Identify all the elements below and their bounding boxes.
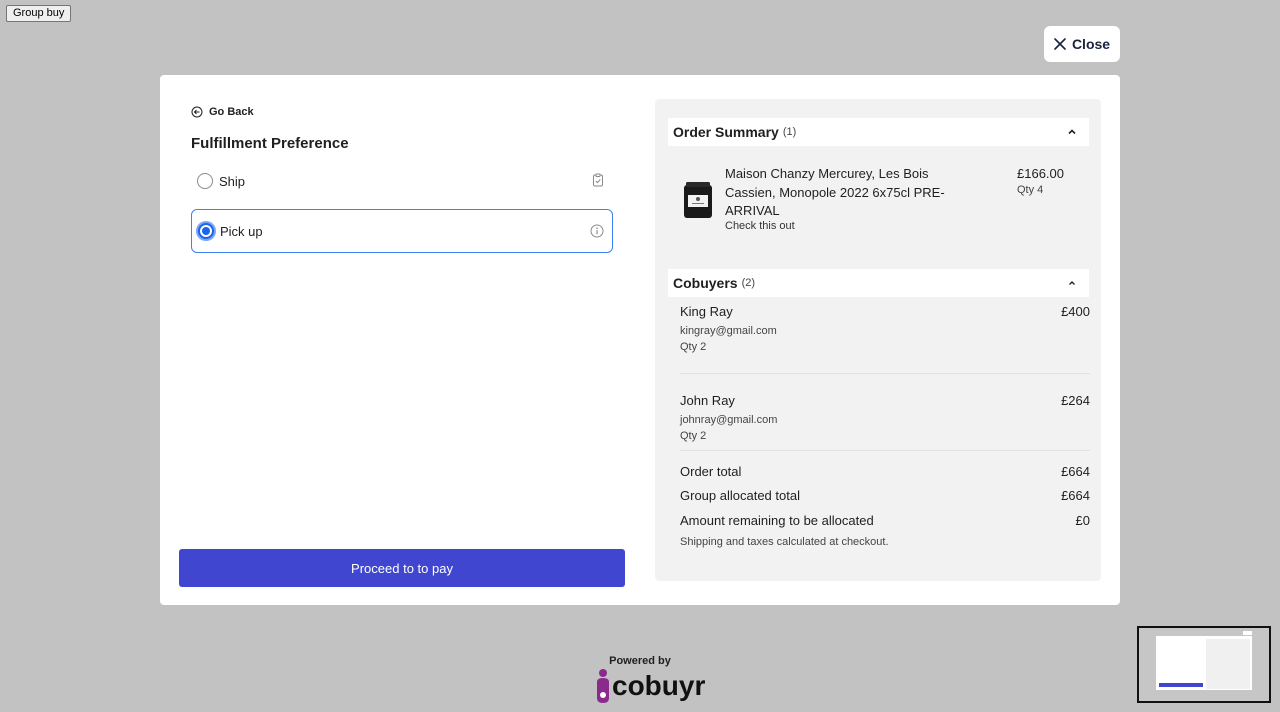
minimap-button (1159, 683, 1203, 687)
product-name: Maison Chanzy Mercurey, Les Bois Cassien… (725, 166, 945, 218)
brand-mark-icon (597, 669, 609, 703)
order-summary-header[interactable]: Order Summary (1) (668, 118, 1089, 146)
divider (680, 450, 1090, 451)
order-total-row: Order total £664 (680, 464, 1090, 479)
cobuyer-item: King Ray kingray@gmail.com Qty 2 £400 (680, 304, 1090, 353)
minimap-thumbnail[interactable] (1137, 626, 1271, 703)
minimap-modal (1156, 636, 1252, 690)
order-summary-panel: Order Summary (1) Maison Chanzy Mercurey… (655, 99, 1101, 581)
minimap-close (1243, 631, 1252, 635)
product-image (684, 182, 712, 218)
go-back-label: Go Back (209, 106, 254, 118)
chevron-up-icon (1068, 129, 1076, 135)
pickup-radio[interactable] (198, 223, 214, 239)
minimap-summary (1206, 639, 1250, 689)
pickup-label: Pick up (220, 223, 263, 239)
clipboard-check-icon (593, 173, 603, 187)
cobuyers-header[interactable]: Cobuyers (2) (668, 269, 1089, 297)
product-price: £166.00 (1017, 166, 1064, 181)
remaining-value: £0 (1075, 513, 1090, 528)
cobuyer-email: johnray@gmail.com (680, 414, 778, 426)
info-icon (590, 224, 604, 238)
order-summary-count: (1) (782, 126, 797, 138)
powered-by-label: Powered by (609, 655, 671, 667)
ship-radio[interactable] (197, 173, 213, 189)
product-qty: Qty 4 (1017, 184, 1044, 196)
group-allocated-label: Group allocated total (680, 488, 800, 503)
remaining-row: Amount remaining to be allocated £0 (680, 513, 1090, 528)
cobuyer-email: kingray@gmail.com (680, 325, 777, 337)
cobuyer-qty: Qty 2 (680, 341, 707, 353)
cobuyer-name: King Ray (680, 304, 733, 319)
order-summary-title: Order Summary (673, 124, 779, 140)
cobuyers-count: (2) (741, 277, 756, 289)
cobuyers-title: Cobuyers (673, 275, 738, 291)
order-total-label: Order total (680, 464, 742, 479)
checkout-modal: Go Back Fulfillment Preference Ship Pick… (160, 75, 1120, 605)
cobuyer-amount: £400 (1061, 304, 1090, 319)
close-icon (1054, 38, 1066, 50)
brand-wordmark: cobuyr (612, 670, 706, 701)
arrow-left-circle-icon (191, 106, 203, 118)
ship-label: Ship (219, 173, 246, 189)
pickup-option[interactable]: Pick up (191, 209, 613, 253)
group-allocated-row: Group allocated total £664 (680, 488, 1090, 503)
cobuyer-qty: Qty 2 (680, 430, 707, 442)
cobuyer-amount: £264 (1061, 393, 1090, 408)
shipping-note: Shipping and taxes calculated at checkou… (680, 536, 889, 548)
order-total-value: £664 (1061, 464, 1090, 479)
fulfillment-title: Fulfillment Preference (191, 135, 349, 152)
chevron-up-icon (1069, 281, 1075, 285)
ship-option[interactable]: Ship (191, 159, 613, 203)
cobuyer-item: John Ray johnray@gmail.com Qty 2 £264 (680, 393, 1090, 442)
go-back-link[interactable]: Go Back (191, 106, 254, 118)
group-buy-button[interactable]: Group buy (6, 5, 72, 22)
close-button[interactable]: Close (1044, 26, 1120, 62)
product-link[interactable]: Check this out (725, 220, 795, 232)
close-label: Close (1071, 36, 1111, 52)
cobuyr-logo: cobuyr (596, 668, 705, 704)
proceed-to-pay-button[interactable]: Proceed to to pay (179, 549, 625, 587)
remaining-label: Amount remaining to be allocated (680, 513, 874, 528)
cobuyer-name: John Ray (680, 393, 735, 408)
divider (680, 373, 1090, 374)
group-allocated-value: £664 (1061, 488, 1090, 503)
